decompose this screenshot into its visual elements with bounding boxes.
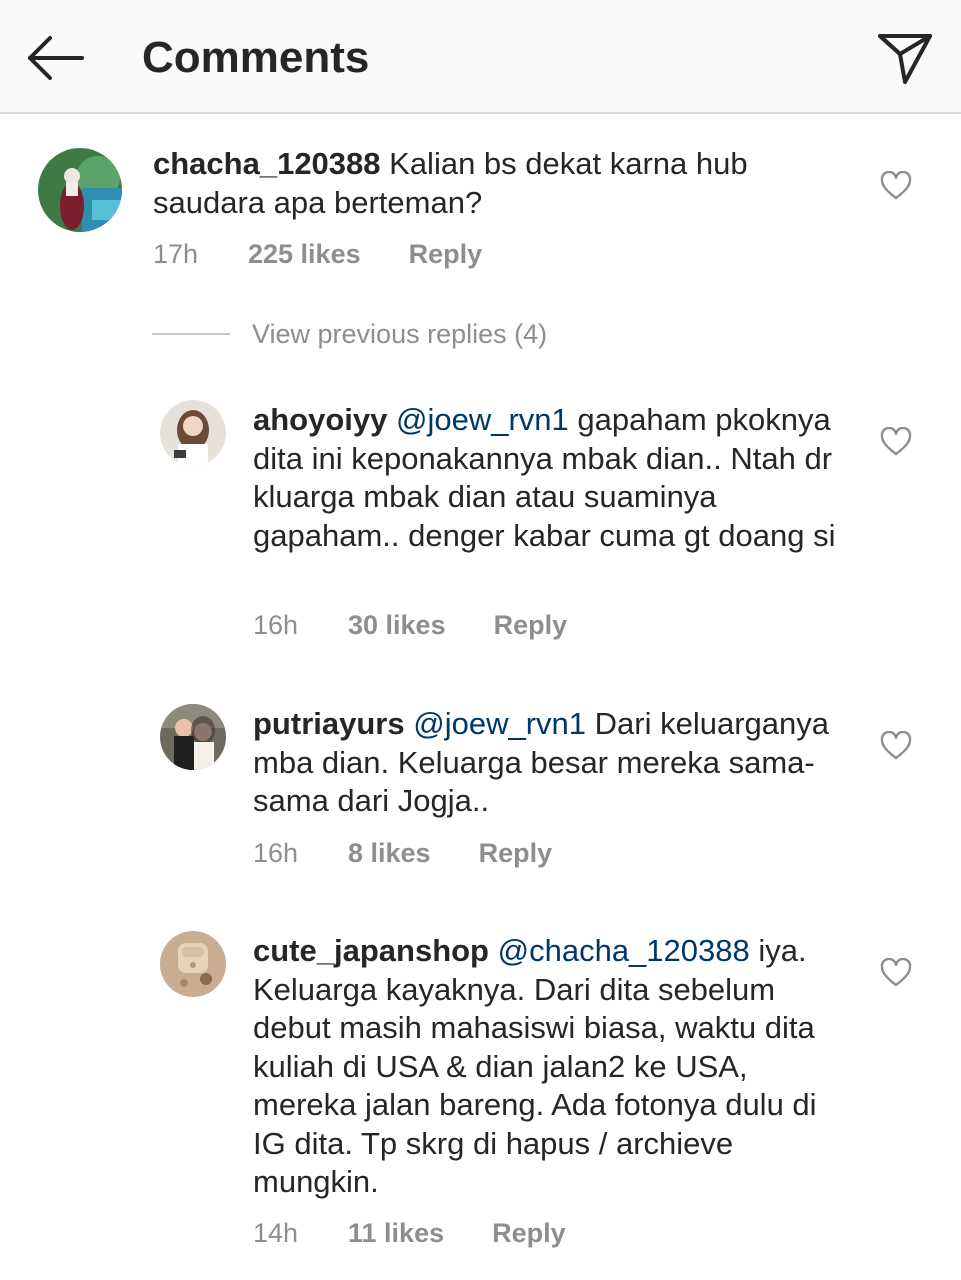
avatar[interactable]: [160, 704, 226, 770]
reply-button[interactable]: Reply: [492, 1216, 566, 1250]
heart-icon: [880, 731, 912, 760]
avatar-image: [160, 931, 226, 997]
direct-send-icon: [878, 34, 932, 84]
view-previous-replies-label: View previous replies (4): [252, 319, 548, 349]
top-bar: Comments: [0, 0, 961, 114]
comment-meta: 14h 11 likes Reply: [253, 1216, 566, 1250]
comment-username[interactable]: ahoyoiyy: [253, 402, 387, 437]
comment-time: 16h: [253, 838, 299, 868]
likes-count[interactable]: 11 likes: [348, 1216, 444, 1250]
reply-button[interactable]: Reply: [479, 836, 553, 870]
avatar-image: [38, 148, 122, 232]
like-button[interactable]: [880, 427, 912, 457]
heart-icon: [880, 958, 912, 987]
replies-divider-line: [152, 333, 230, 335]
heart-icon: [880, 171, 912, 200]
comment-body: ahoyoiyy @joew_rvn1 gapaham pkoknya dita…: [253, 401, 853, 555]
avatar[interactable]: [38, 148, 122, 232]
like-button[interactable]: [880, 731, 912, 761]
comment-username[interactable]: putriayurs: [253, 706, 405, 741]
reply-button[interactable]: Reply: [409, 237, 483, 271]
reply-button[interactable]: Reply: [494, 608, 568, 642]
avatar[interactable]: [160, 400, 226, 466]
likes-count[interactable]: 225 likes: [248, 237, 361, 271]
likes-count[interactable]: 30 likes: [348, 608, 446, 642]
mention-link[interactable]: @joew_rvn1: [413, 706, 586, 741]
comment-meta: 16h 30 likes Reply: [253, 608, 567, 642]
likes-count[interactable]: 8 likes: [348, 836, 431, 870]
mention-link[interactable]: @chacha_120388: [498, 933, 750, 968]
page-title: Comments: [142, 33, 370, 82]
comment-body: chacha_120388 Kalian bs dekat karna hub …: [153, 145, 853, 222]
heart-icon: [880, 427, 912, 456]
comment-meta: 17h 225 likes Reply: [153, 237, 482, 271]
avatar-image: [160, 704, 226, 770]
view-previous-replies[interactable]: View previous replies (4): [152, 316, 547, 352]
back-button[interactable]: [22, 30, 88, 86]
share-button[interactable]: [872, 28, 938, 88]
comment-text: iya. Keluarga kayaknya. Dari dita sebelu…: [253, 933, 817, 1199]
avatar[interactable]: [160, 931, 226, 997]
mention-link[interactable]: @joew_rvn1: [396, 402, 569, 437]
comment-time: 17h: [153, 239, 199, 269]
arrow-left-icon: [28, 36, 84, 80]
comment-username[interactable]: chacha_120388: [153, 146, 381, 181]
comment-time: 14h: [253, 1218, 299, 1248]
comment-body: putriayurs @joew_rvn1 Dari keluarganya m…: [253, 705, 853, 821]
comment-body: cute_japanshop @chacha_120388 iya. Kelua…: [253, 932, 853, 1202]
like-button[interactable]: [880, 171, 912, 201]
comment-meta: 16h 8 likes Reply: [253, 836, 552, 870]
comment-username[interactable]: cute_japanshop: [253, 933, 489, 968]
comment-time: 16h: [253, 610, 299, 640]
like-button[interactable]: [880, 958, 912, 988]
avatar-image: [160, 400, 226, 466]
